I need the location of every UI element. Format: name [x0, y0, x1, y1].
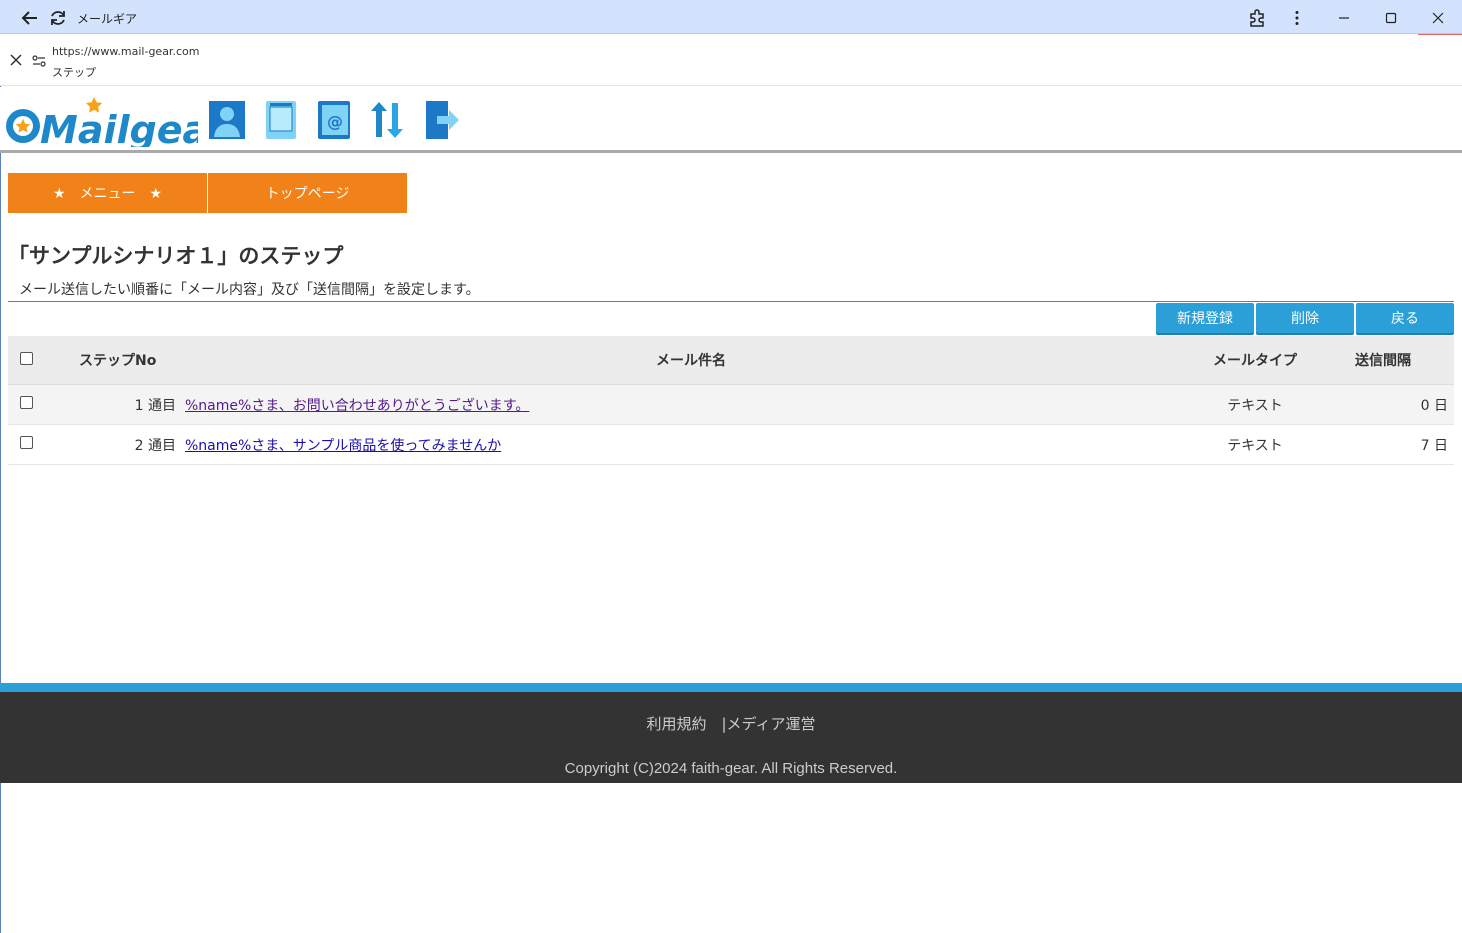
tab-top-page[interactable]: トップページ: [207, 173, 407, 213]
page-title: 「サンプルシナリオ１」のステップ: [8, 244, 344, 268]
site-settings-icon[interactable]: [32, 53, 46, 72]
subject-link[interactable]: %name%さま、お問い合わせありがとうございます。: [185, 398, 529, 414]
subject-cell: %name%さま、お問い合わせありがとうございます。: [184, 384, 1198, 425]
row-checkbox[interactable]: [19, 436, 33, 449]
select-all-cell: [8, 336, 44, 385]
interval: 7 日: [1312, 424, 1454, 465]
close-icon[interactable]: [1426, 6, 1450, 30]
table-row: 1 通目 %name%さま、お問い合わせありがとうございます。 テキスト 0 日: [8, 384, 1454, 425]
window-edge: [0, 34, 1, 933]
delete-button[interactable]: 削除: [1256, 303, 1354, 333]
address-book-icon[interactable]: @: [315, 99, 353, 141]
extensions-icon[interactable]: [1245, 6, 1269, 30]
interval: 0 日: [1312, 384, 1454, 425]
steps-table: ステップNo メール件名 メールタイプ 送信間隔 1 通目 %name%さま、お…: [8, 336, 1454, 465]
user-icon[interactable]: [208, 99, 246, 141]
row-select-cell: [8, 424, 44, 465]
step-no: 1 通目: [44, 384, 184, 425]
subject-link[interactable]: %name%さま、サンプル商品を使ってみませんか: [185, 438, 501, 454]
action-buttons: 新規登録 削除 戻る: [1154, 303, 1454, 333]
nav-tabs: ★ メニュー ★ トップページ: [8, 173, 407, 213]
header-mail-type: メールタイプ: [1198, 336, 1312, 385]
row-checkbox[interactable]: [19, 396, 33, 409]
header-step-no: ステップNo: [44, 336, 184, 385]
minimize-icon[interactable]: [1332, 6, 1356, 30]
select-all-checkbox[interactable]: [19, 351, 33, 365]
header-subject: メール件名: [184, 336, 1198, 385]
footer-links[interactable]: 利用規約 |メディア運営: [0, 713, 1462, 734]
more-icon[interactable]: [1285, 6, 1309, 30]
back-arrow-icon[interactable]: [19, 7, 41, 29]
mailgear-logo[interactable]: Mailgear: [2, 95, 198, 147]
mail-type: テキスト: [1198, 384, 1312, 425]
page-footer: 利用規約 |メディア運営 Copyright (C)2024 faith-gea…: [0, 683, 1462, 783]
progress-line: [1418, 34, 1462, 35]
back-button[interactable]: 戻る: [1356, 303, 1454, 333]
close-icon[interactable]: [9, 52, 23, 71]
header-interval: 送信間隔: [1312, 336, 1454, 385]
svg-text:@: @: [327, 112, 343, 131]
divider: [8, 301, 1454, 302]
subject-cell: %name%さま、サンプル商品を使ってみませんか: [184, 424, 1198, 465]
new-button[interactable]: 新規登録: [1156, 303, 1254, 333]
tab-menu[interactable]: ★ メニュー ★: [8, 173, 207, 213]
window-title: メールギア: [77, 12, 138, 26]
url-text[interactable]: https://www.mail-gear.com: [52, 45, 199, 58]
copyright: Copyright (C)2024 faith-gear. All Rights…: [564, 760, 898, 777]
page-name: ステップ: [52, 66, 96, 79]
page-description: メール送信したい順番に「メール内容」及び「送信間隔」を設定します。: [19, 282, 480, 298]
address-bar: https://www.mail-gear.com ステップ: [0, 34, 1462, 86]
step-no: 2 通目: [44, 424, 184, 465]
maximize-icon[interactable]: [1379, 6, 1403, 30]
app-header: Mailgear @: [0, 87, 1462, 153]
sync-icon[interactable]: [368, 99, 406, 141]
svg-text:Mailgear: Mailgear: [40, 108, 198, 147]
row-select-cell: [8, 384, 44, 425]
table-row: 2 通目 %name%さま、サンプル商品を使ってみませんか テキスト 7 日: [8, 424, 1454, 465]
window-titlebar: メールギア: [0, 0, 1462, 34]
table-header-row: ステップNo メール件名 メールタイプ 送信間隔: [8, 336, 1454, 385]
logout-icon[interactable]: [423, 99, 461, 141]
reload-icon[interactable]: [47, 7, 69, 29]
tablet-icon[interactable]: [262, 99, 300, 141]
mail-type: テキスト: [1198, 424, 1312, 465]
